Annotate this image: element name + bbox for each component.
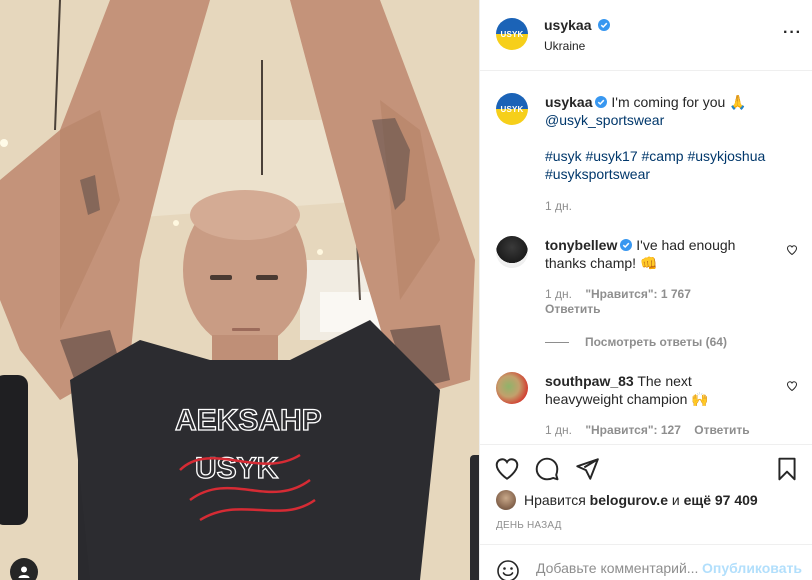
author-avatar[interactable]: USYK xyxy=(496,18,528,50)
svg-text:AEKSAHP: AEKSAHP xyxy=(175,404,322,437)
divider-line xyxy=(545,342,569,344)
author-info: usykaa Ukraine xyxy=(544,17,611,53)
hashtag-link[interactable]: #usykjoshua xyxy=(687,148,765,164)
reply-button[interactable]: Ответить xyxy=(694,423,749,437)
bookmark-icon[interactable] xyxy=(774,456,800,482)
verified-badge-icon xyxy=(595,96,608,108)
more-options-icon[interactable]: ··· xyxy=(783,24,802,42)
comment-text: southpaw_83 The next heavyweight champio… xyxy=(545,372,770,408)
avatar-label: USYK xyxy=(500,104,524,114)
comment-time[interactable]: 1 дн. xyxy=(545,423,572,437)
comment-text: tonybellew I've had enough thanks champ!… xyxy=(545,236,770,272)
comment-meta: 1 дн. "Нравится": 1 767 xyxy=(545,287,691,301)
commenter-username[interactable]: tonybellew xyxy=(545,237,617,253)
comments-area: USYK usykaa I'm coming for you 🙏 @usyk_s… xyxy=(480,72,812,444)
svg-text:USYK: USYK xyxy=(195,452,279,485)
likes-summary: Нравится belogurov.e и ещё 97 409 xyxy=(496,489,758,511)
post-photo-illustration: AEKSAHP USYK xyxy=(0,0,479,580)
comment-likes[interactable]: "Нравится": 1 767 xyxy=(585,287,691,301)
commenter-avatar[interactable] xyxy=(496,236,528,268)
likes-prefix: Нравится xyxy=(524,492,586,508)
reply-button[interactable]: Ответить xyxy=(545,302,600,316)
comment-item: southpaw_83 The next heavyweight champio… xyxy=(496,372,798,444)
heart-icon[interactable] xyxy=(494,456,520,482)
add-comment-bar: Опубликовать xyxy=(480,544,812,580)
view-replies-button[interactable]: Посмотреть ответы (64) xyxy=(545,335,785,349)
comment-likes[interactable]: "Нравится": 127 xyxy=(585,423,681,437)
liker-avatar[interactable] xyxy=(496,490,516,510)
author-username[interactable]: usykaa xyxy=(544,17,591,33)
post-timestamp[interactable]: ДЕНЬ НАЗАД xyxy=(496,520,562,531)
caption-time[interactable]: 1 дн. xyxy=(545,199,572,213)
commenter-username[interactable]: southpaw_83 xyxy=(545,373,634,389)
publish-button[interactable]: Опубликовать xyxy=(702,560,802,576)
hashtag-link[interactable]: #usyk17 xyxy=(585,148,637,164)
post-photo[interactable]: AEKSAHP USYK xyxy=(0,0,479,580)
emoji-icon[interactable] xyxy=(496,559,520,580)
comment-meta: 1 дн. "Нравится": 127 Ответить xyxy=(545,423,750,437)
commenter-avatar[interactable] xyxy=(496,372,528,404)
send-icon[interactable] xyxy=(574,456,600,482)
hashtag-link[interactable]: #camp xyxy=(642,148,684,164)
view-replies-label: Посмотреть ответы (64) xyxy=(585,335,727,349)
comment-time[interactable]: 1 дн. xyxy=(545,287,572,301)
comment-input[interactable] xyxy=(536,560,706,576)
hashtag-link[interactable]: #usyk xyxy=(545,148,582,164)
liker-username[interactable]: belogurov.e xyxy=(590,492,668,508)
caption-body: I'm coming for you 🙏 xyxy=(611,94,747,110)
caption-block: USYK usykaa I'm coming for you 🙏 @usyk_s… xyxy=(496,93,796,213)
post-actions xyxy=(480,444,812,484)
heart-icon[interactable] xyxy=(786,380,798,392)
heart-icon[interactable] xyxy=(786,244,798,256)
likes-count-button[interactable]: ещё 97 409 xyxy=(684,492,758,508)
caption-author-avatar[interactable]: USYK xyxy=(496,93,528,125)
caption-mention-link[interactable]: @usyk_sportswear xyxy=(545,112,664,128)
hashtag-link[interactable]: #usyksportswear xyxy=(545,166,650,182)
caption-username[interactable]: usykaa xyxy=(545,94,592,110)
post-side-panel: USYK usykaa Ukraine ··· USYK usykaa I'm … xyxy=(479,0,812,580)
likes-connector: и xyxy=(671,492,680,508)
user-tag-icon xyxy=(18,566,30,578)
comment-item: tonybellew I've had enough thanks champ!… xyxy=(496,236,798,316)
instagram-post-view: AEKSAHP USYK USYK usykaa Ukraine ··· USY… xyxy=(0,0,812,580)
author-location[interactable]: Ukraine xyxy=(544,39,610,53)
post-header: USYK usykaa Ukraine ··· xyxy=(480,0,812,71)
avatar-label: USYK xyxy=(500,29,524,39)
caption-text: usykaa I'm coming for you 🙏 @usyk_sports… xyxy=(545,93,770,183)
verified-badge-icon xyxy=(620,239,633,251)
verified-badge-icon xyxy=(598,19,611,31)
comment-icon[interactable] xyxy=(534,456,560,482)
user-tag-button[interactable] xyxy=(10,558,38,580)
